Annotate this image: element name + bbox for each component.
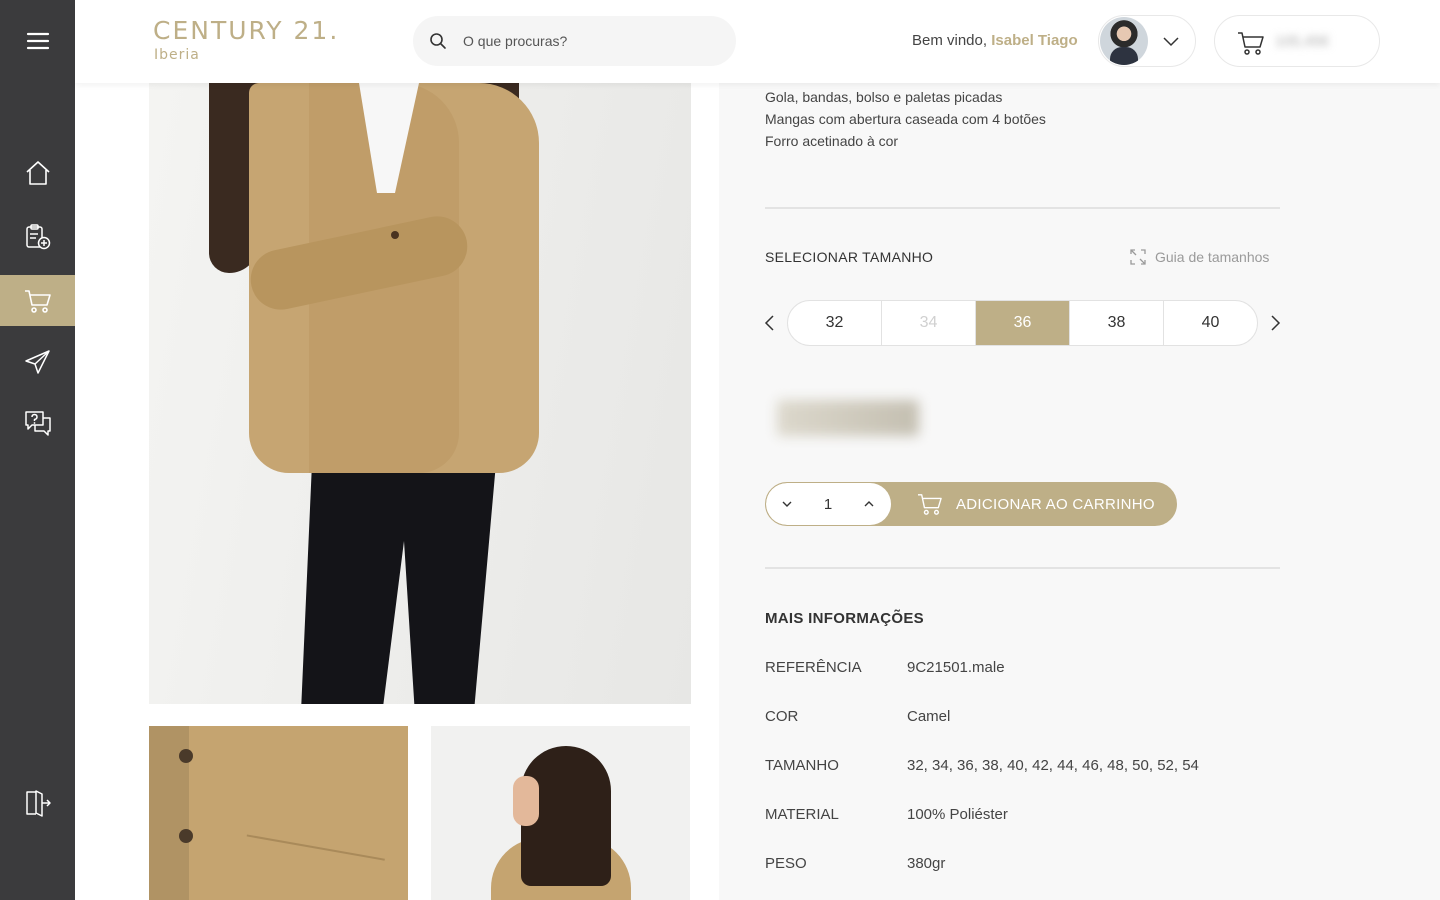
description-line: Gola, bandas, bolso e paletas picadas [765,89,1003,105]
header-cart-button[interactable]: 105,45€ [1214,15,1380,67]
quantity-value[interactable]: 1 [808,496,848,513]
user-menu[interactable] [1098,15,1196,67]
logout-icon [25,789,51,817]
user-name[interactable]: Isabel Tiago [991,32,1077,49]
size-selector: 32 34 36 38 40 [787,300,1258,346]
chevron-right-icon[interactable] [1267,313,1283,333]
product-thumbnail-2[interactable] [431,726,690,900]
product-description: Gola, bandas, bolso e paletas picadas Ma… [765,86,1046,152]
product-price-blurred [777,400,919,436]
size-title: SELECIONAR TAMANHO [765,249,934,265]
size-guide-label: Guia de tamanhos [1155,249,1270,265]
size-guide-link[interactable]: Guia de tamanhos [1130,249,1269,265]
cart-total: 105,45€ [1275,33,1330,50]
welcome-prefix: Bem vindo, [912,32,988,49]
quantity-increase-button[interactable] [848,483,890,525]
sidebar-item-home[interactable] [0,147,75,198]
chevron-down-icon [782,501,792,507]
sidebar-item-shop[interactable] [0,275,75,326]
divider [765,567,1280,569]
search-icon[interactable] [429,32,447,50]
menu-icon [26,32,49,49]
add-to-cart-label: ADICIONAR AO CARRINHO [956,495,1155,513]
size-option[interactable]: 34 [882,301,976,345]
welcome-text: Bem vindo, Isabel Tiago [912,32,1078,49]
size-option[interactable]: 40 [1164,301,1257,345]
add-to-cart-group: 1 ADICIONAR AO CARRINHO [765,482,1177,526]
menu-button[interactable] [0,15,75,66]
info-value: 32, 34, 36, 38, 40, 42, 44, 46, 48, 50, … [907,757,1199,774]
description-line: Forro acetinado à cor [765,133,899,149]
cart-icon [24,289,51,313]
expand-icon [1130,249,1146,265]
info-label: MATERIAL [765,806,839,823]
info-value: 100% Poliéster [907,806,1008,823]
divider [765,207,1280,209]
logo-sub-text: Iberia [154,47,200,63]
sidebar-item-orders[interactable] [0,211,75,262]
size-option[interactable]: 38 [1070,301,1164,345]
sidebar-item-send[interactable] [0,336,75,387]
logout-button[interactable] [0,777,75,828]
quantity-decrease-button[interactable] [766,483,808,525]
more-info-title: MAIS INFORMAÇÕES [765,610,924,627]
send-icon [24,349,50,374]
add-to-cart-button[interactable]: ADICIONAR AO CARRINHO [916,483,1155,525]
chevron-down-icon [1163,37,1179,47]
info-value: 9C21501.male [907,659,1005,676]
size-option[interactable]: 32 [788,301,882,345]
sidebar-item-help[interactable] [0,397,75,448]
info-label: REFERÊNCIA [765,659,862,676]
avatar [1100,17,1148,65]
info-label: TAMANHO [765,757,839,774]
search-bar [413,16,736,66]
product-main-image[interactable] [149,83,691,704]
sidebar [0,0,75,900]
help-chat-icon [24,410,51,436]
chevron-up-icon [864,501,874,507]
info-label: COR [765,708,799,725]
century21-logo[interactable]: CENTURY 21. Iberia [153,16,353,68]
logo-main-text: CENTURY 21. [153,16,340,45]
info-value: Camel [907,708,951,725]
size-option-selected[interactable]: 36 [976,301,1070,345]
home-icon [25,160,50,185]
cart-icon [1238,32,1264,55]
add-order-icon [25,223,50,249]
product-thumbnail-1[interactable] [149,726,408,900]
search-input[interactable] [463,33,703,49]
chevron-left-icon[interactable] [762,313,778,333]
cart-icon [918,494,942,515]
info-value: 380gr [907,855,946,872]
quantity-stepper: 1 [766,483,891,525]
description-line: Mangas com abertura caseada com 4 botões [765,111,1046,127]
top-header: CENTURY 21. Iberia Bem vindo, Isabel Tia… [75,0,1440,83]
info-label: PESO [765,855,807,872]
